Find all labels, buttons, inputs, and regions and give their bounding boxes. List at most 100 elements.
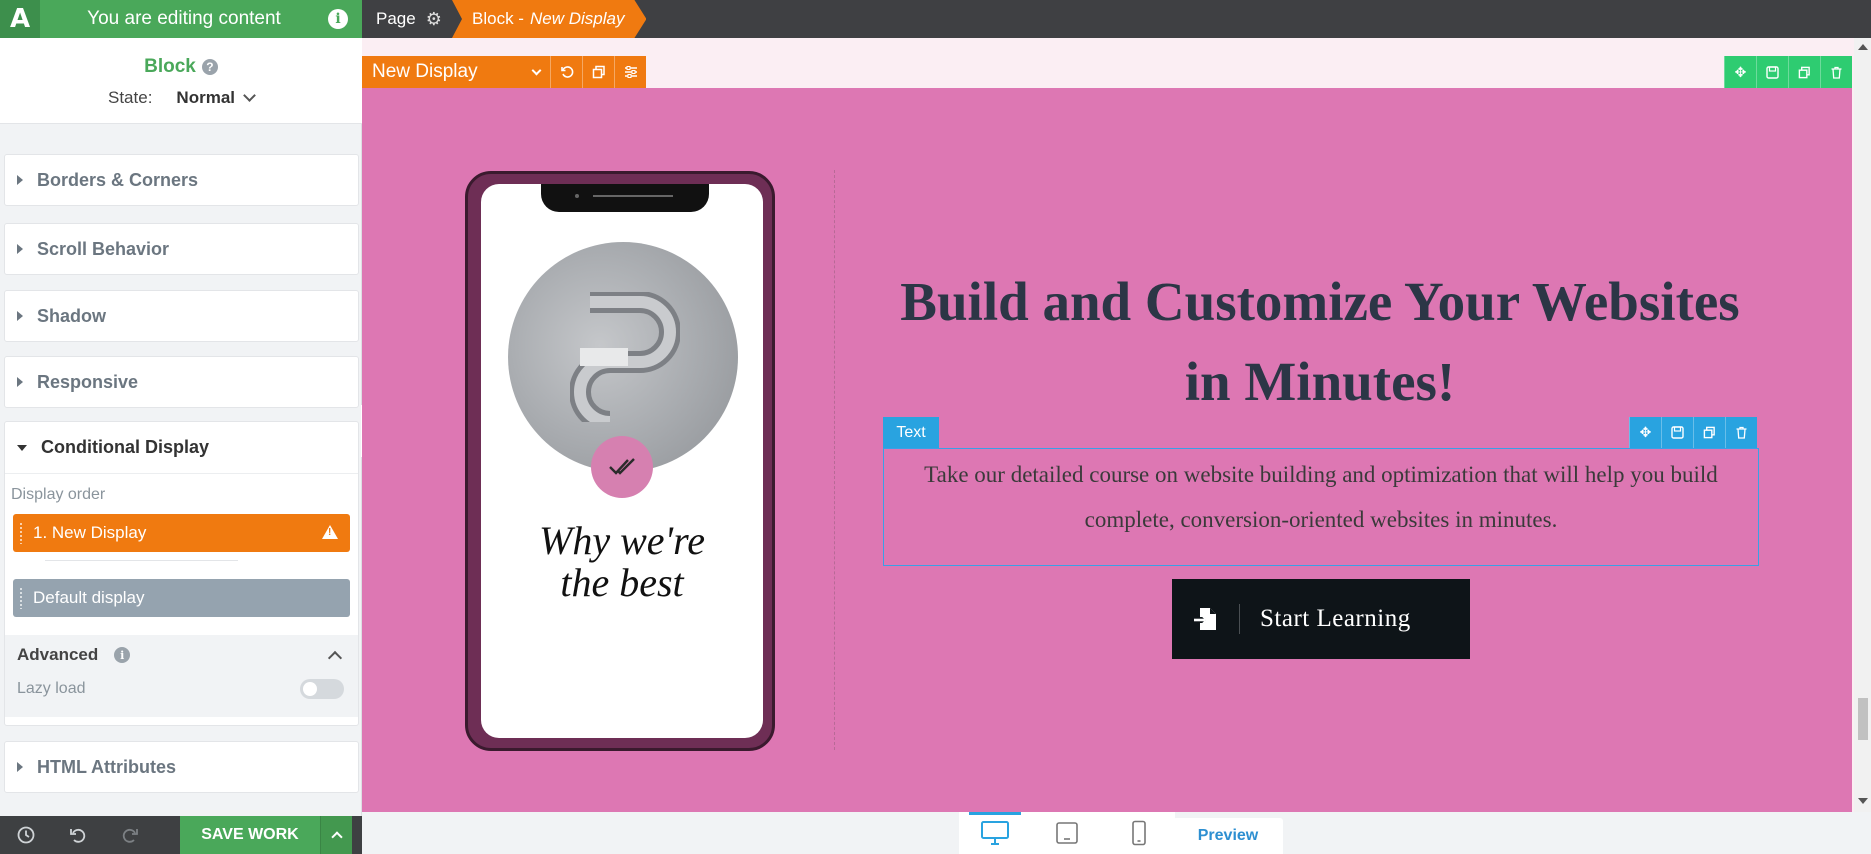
trash-icon[interactable]	[1820, 56, 1852, 88]
state-value: Normal	[176, 88, 235, 107]
sliders-icon[interactable]	[614, 56, 646, 88]
reset-icon[interactable]	[550, 56, 582, 88]
save-template-icon[interactable]	[1661, 417, 1693, 448]
info-icon[interactable]: i	[328, 9, 348, 29]
mobile-icon	[1132, 820, 1146, 846]
hero-heading-line1: Build and Customize Your Websites	[900, 271, 1740, 332]
section-responsive[interactable]: Responsive	[4, 356, 359, 408]
section-label: Shadow	[37, 305, 107, 326]
state-selector: State: Normal	[0, 88, 362, 108]
block-panel-header: Block ? State: Normal	[0, 38, 362, 124]
section-scroll-behavior[interactable]: Scroll Behavior	[4, 223, 359, 275]
phone-screen: Why we're the best	[481, 184, 763, 738]
advanced-section: Advanced i Lazy load	[5, 635, 358, 717]
state-dropdown[interactable]: Normal	[176, 88, 256, 108]
breadcrumb-block-name: New Display	[529, 9, 625, 28]
start-learning-label: Start Learning	[1260, 605, 1411, 632]
caret-right-icon	[17, 244, 23, 254]
move-icon[interactable]: ✥	[1724, 56, 1756, 88]
desktop-view-button[interactable]	[959, 812, 1031, 854]
block-toolbar: New Display	[362, 56, 646, 88]
redo-icon[interactable]	[104, 816, 156, 854]
editor-sidebar: A You are editing content i Block ? Stat…	[0, 0, 362, 854]
move-icon[interactable]: ✥	[1629, 417, 1661, 448]
sidebar-header: A You are editing content i	[0, 0, 362, 38]
preview-button[interactable]: Preview	[1173, 818, 1283, 854]
advanced-header[interactable]: Advanced i	[17, 645, 346, 665]
section-toolbar: ✥	[1724, 56, 1852, 88]
duplicate-icon[interactable]	[582, 56, 614, 88]
save-template-icon[interactable]	[1756, 56, 1788, 88]
caret-right-icon	[17, 311, 23, 321]
duplicate-icon[interactable]	[1788, 56, 1820, 88]
trash-icon[interactable]	[1725, 417, 1757, 448]
section-html-attributes[interactable]: HTML Attributes	[4, 741, 359, 793]
speaker-line	[593, 195, 673, 197]
hero-paragraph[interactable]: Take our detailed course on website buil…	[890, 452, 1752, 542]
hero-heading-line2: in Minutes!	[1184, 351, 1456, 412]
display-item-new-display[interactable]: 1. New Display	[13, 514, 350, 552]
hero-heading[interactable]: Build and Customize Your Websites in Min…	[884, 262, 1756, 422]
section-label: HTML Attributes	[37, 756, 176, 777]
lazy-load-row: Lazy load	[17, 679, 346, 699]
phone-mockup[interactable]: Why we're the best	[465, 171, 775, 751]
tablet-icon	[1056, 822, 1078, 844]
divider	[45, 560, 238, 561]
drag-handle-icon[interactable]	[19, 522, 23, 544]
device-preview-bar: Preview	[362, 812, 1871, 854]
gear-icon[interactable]: ⚙	[426, 9, 442, 30]
phone-tagline-line2: the best	[560, 560, 684, 605]
hero-paragraph-line2: complete, conversion-oriented websites i…	[1084, 507, 1558, 532]
warning-icon	[322, 525, 338, 539]
drag-handle-icon[interactable]	[19, 587, 23, 609]
file-import-icon	[1172, 604, 1240, 634]
duplicate-icon[interactable]	[1693, 417, 1725, 448]
section-label: Responsive	[37, 371, 139, 392]
scroll-up-icon[interactable]	[1858, 44, 1868, 50]
mobile-view-button[interactable]	[1103, 812, 1175, 854]
section-shadow[interactable]: Shadow	[4, 290, 359, 342]
section-borders-corners[interactable]: Borders & Corners	[4, 154, 359, 206]
chevron-down-icon	[531, 65, 542, 75]
display-order-label: Display order	[11, 486, 106, 503]
3d-symbol-image	[570, 292, 680, 422]
scroll-down-icon[interactable]	[1858, 798, 1868, 804]
breadcrumb-block[interactable]: Block - New Display	[452, 0, 646, 38]
lazy-load-toggle[interactable]	[300, 679, 344, 699]
display-item-default[interactable]: Default display	[13, 579, 350, 617]
app-logo[interactable]: A	[0, 0, 40, 38]
breadcrumb-page-label: Page	[376, 9, 416, 28]
conditional-display-title: Conditional Display	[41, 437, 210, 457]
display-selector[interactable]: New Display	[362, 61, 550, 83]
text-element-tag[interactable]: Text	[883, 417, 939, 448]
conditional-display-panel: Conditional Display Display order 1. New…	[4, 421, 359, 726]
history-icon[interactable]	[0, 816, 52, 854]
start-learning-button[interactable]: Start Learning	[1172, 579, 1470, 659]
caret-right-icon	[17, 377, 23, 387]
advanced-title: Advanced	[17, 645, 99, 664]
help-icon[interactable]: ?	[201, 59, 218, 75]
breadcrumb-page[interactable]: Page ⚙	[362, 0, 442, 38]
block-title: Block ?	[0, 56, 362, 78]
block-title-text: Block	[144, 56, 196, 77]
state-label: State:	[108, 88, 153, 107]
info-icon[interactable]: i	[114, 647, 131, 663]
caret-right-icon	[17, 175, 23, 185]
save-options-button[interactable]	[320, 816, 352, 854]
editing-status-title: You are editing content	[87, 8, 281, 29]
undo-icon[interactable]	[52, 816, 104, 854]
tablet-view-button[interactable]	[1031, 812, 1103, 854]
scroll-thumb[interactable]	[1858, 698, 1868, 740]
camera-dot	[575, 194, 579, 198]
hero-paragraph-line1: Take our detailed course on website buil…	[924, 462, 1718, 487]
display-selector-label: New Display	[372, 61, 478, 82]
phone-notch	[541, 184, 709, 212]
conditional-display-header[interactable]: Conditional Display	[5, 422, 358, 474]
save-work-button[interactable]: SAVE WORK	[180, 816, 320, 854]
lazy-load-label: Lazy load	[17, 680, 86, 697]
section-label: Scroll Behavior	[37, 238, 170, 259]
canvas-scrollbar[interactable]	[1854, 38, 1871, 812]
desktop-icon	[981, 821, 1009, 845]
sidebar-footer: SAVE WORK	[0, 816, 362, 854]
phone-tagline: Why we're the best	[481, 520, 763, 604]
